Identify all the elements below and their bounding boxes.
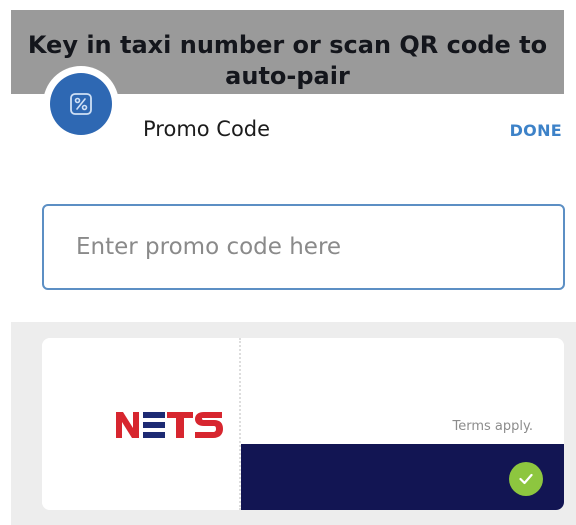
nets-logo bbox=[116, 412, 223, 438]
promo-code-screen: Key in taxi number or scan QR code to au… bbox=[0, 0, 576, 525]
done-button[interactable]: DONE bbox=[510, 121, 562, 140]
voucher-details: Terms apply. bbox=[241, 338, 564, 510]
promo-avatar-circle bbox=[50, 73, 112, 135]
promo-avatar bbox=[43, 66, 119, 142]
page-title: Promo Code bbox=[143, 117, 271, 141]
voucher-select-button[interactable] bbox=[509, 462, 543, 496]
voucher-logo-area bbox=[42, 338, 239, 510]
promo-ticket-icon bbox=[70, 93, 92, 115]
voucher-footer bbox=[241, 444, 564, 510]
promo-code-input[interactable] bbox=[42, 204, 565, 290]
check-icon bbox=[519, 473, 533, 485]
terms-text: Terms apply. bbox=[452, 419, 533, 434]
nets-voucher-card[interactable]: Terms apply. bbox=[42, 338, 564, 510]
